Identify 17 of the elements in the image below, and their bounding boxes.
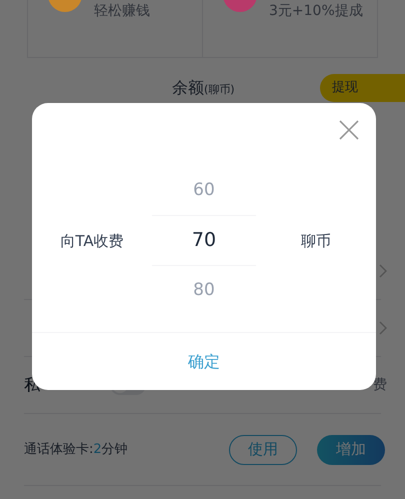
unit-label: 聊币 (300, 230, 332, 252)
fee-label: 向TA收费 (59, 230, 125, 252)
add-button[interactable]: 增加 (317, 434, 385, 464)
confirm-button[interactable]: 确定 (180, 350, 228, 374)
withdraw-button[interactable]: 提现 (320, 74, 405, 102)
row-value: 费 (373, 376, 387, 394)
chevron-right-icon (379, 321, 387, 335)
trial-card-text: 通话体验卡:2分钟 (24, 440, 128, 459)
close-button[interactable] (338, 119, 360, 141)
picker-option[interactable]: 70 (152, 216, 256, 266)
picker-option[interactable]: 80 (152, 266, 256, 316)
chevron-right-icon (379, 264, 387, 278)
earn-caption: 3元+10%提成 (269, 2, 363, 21)
picker-option[interactable]: 60 (152, 166, 256, 216)
use-button[interactable]: 使用 (229, 434, 297, 464)
balance-label: 余额(聊币) (172, 76, 235, 98)
earn-caption: 轻松赚钱 (94, 2, 150, 21)
